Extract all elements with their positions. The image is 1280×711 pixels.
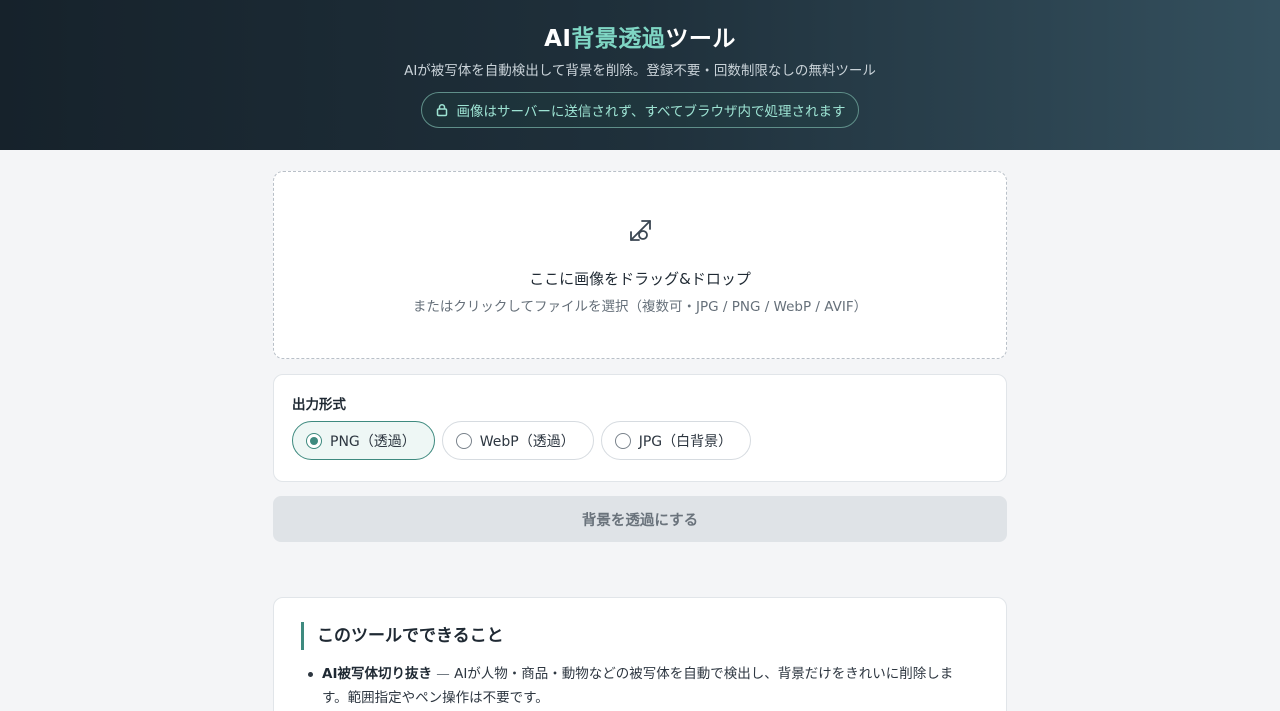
format-option-label: JPG（白背景） — [638, 433, 733, 450]
format-option-webp[interactable]: WebP（透過） — [441, 421, 594, 460]
format-option-label: PNG（透過） — [330, 433, 416, 450]
main-content: ここに画像をドラッグ&ドロップ またはクリックしてファイルを選択（複数可・JPG… — [273, 150, 1007, 711]
page-subtitle: AIが被写体を自動検出して背景を削除。登録不要・回数制限なしの無料ツール — [404, 63, 876, 79]
arrows-image-icon — [623, 214, 657, 252]
list-item: AI被写体切り抜き — AIが人物・商品・動物などの被写体を自動で検出し、背景だ… — [301, 662, 978, 710]
page-title: AI背景透過ツール — [544, 26, 736, 52]
features-heading: このツールでできること — [301, 622, 978, 650]
feature-separator: — — [436, 666, 450, 682]
radio-icon — [614, 432, 631, 449]
image-dropzone[interactable]: ここに画像をドラッグ&ドロップ またはクリックしてファイルを選択（複数可・JPG… — [273, 171, 1007, 359]
format-option-jpg[interactable]: JPG（白背景） — [600, 421, 752, 460]
radio-icon — [455, 432, 472, 449]
feature-title: AI被写体切り抜き — [322, 666, 432, 682]
dropzone-subtitle: またはクリックしてファイルを選択（複数可・JPG / PNG / WebP / … — [412, 299, 868, 315]
features-card: このツールでできること AI被写体切り抜き — AIが人物・商品・動物などの被写… — [273, 597, 1007, 711]
format-option-png[interactable]: PNG（透過） — [292, 421, 435, 460]
page-header: AI背景透過ツール AIが被写体を自動検出して背景を削除。登録不要・回数制限なし… — [0, 0, 1280, 150]
privacy-text: 画像はサーバーに送信されず、すべてブラウザ内で処理されます — [456, 104, 846, 120]
privacy-badge: 画像はサーバーに送信されず、すべてブラウザ内で処理されます — [420, 92, 860, 128]
page-title-accent: 背景透過 — [571, 26, 666, 52]
features-list: AI被写体切り抜き — AIが人物・商品・動物などの被写体を自動で検出し、背景だ… — [301, 662, 978, 710]
output-format-options: PNG（透過） WebP（透過） JPG（白背景） — [292, 421, 988, 460]
radio-selected-icon — [306, 432, 322, 449]
remove-background-button[interactable]: 背景を透過にする — [273, 496, 1007, 542]
format-option-label: WebP（透過） — [479, 433, 575, 450]
lock-icon — [435, 103, 449, 117]
output-format-card: 出力形式 PNG（透過） WebP（透過） JPG（白背景） — [273, 374, 1007, 482]
dropzone-title: ここに画像をドラッグ&ドロップ — [529, 270, 751, 288]
output-format-label: 出力形式 — [292, 397, 346, 413]
